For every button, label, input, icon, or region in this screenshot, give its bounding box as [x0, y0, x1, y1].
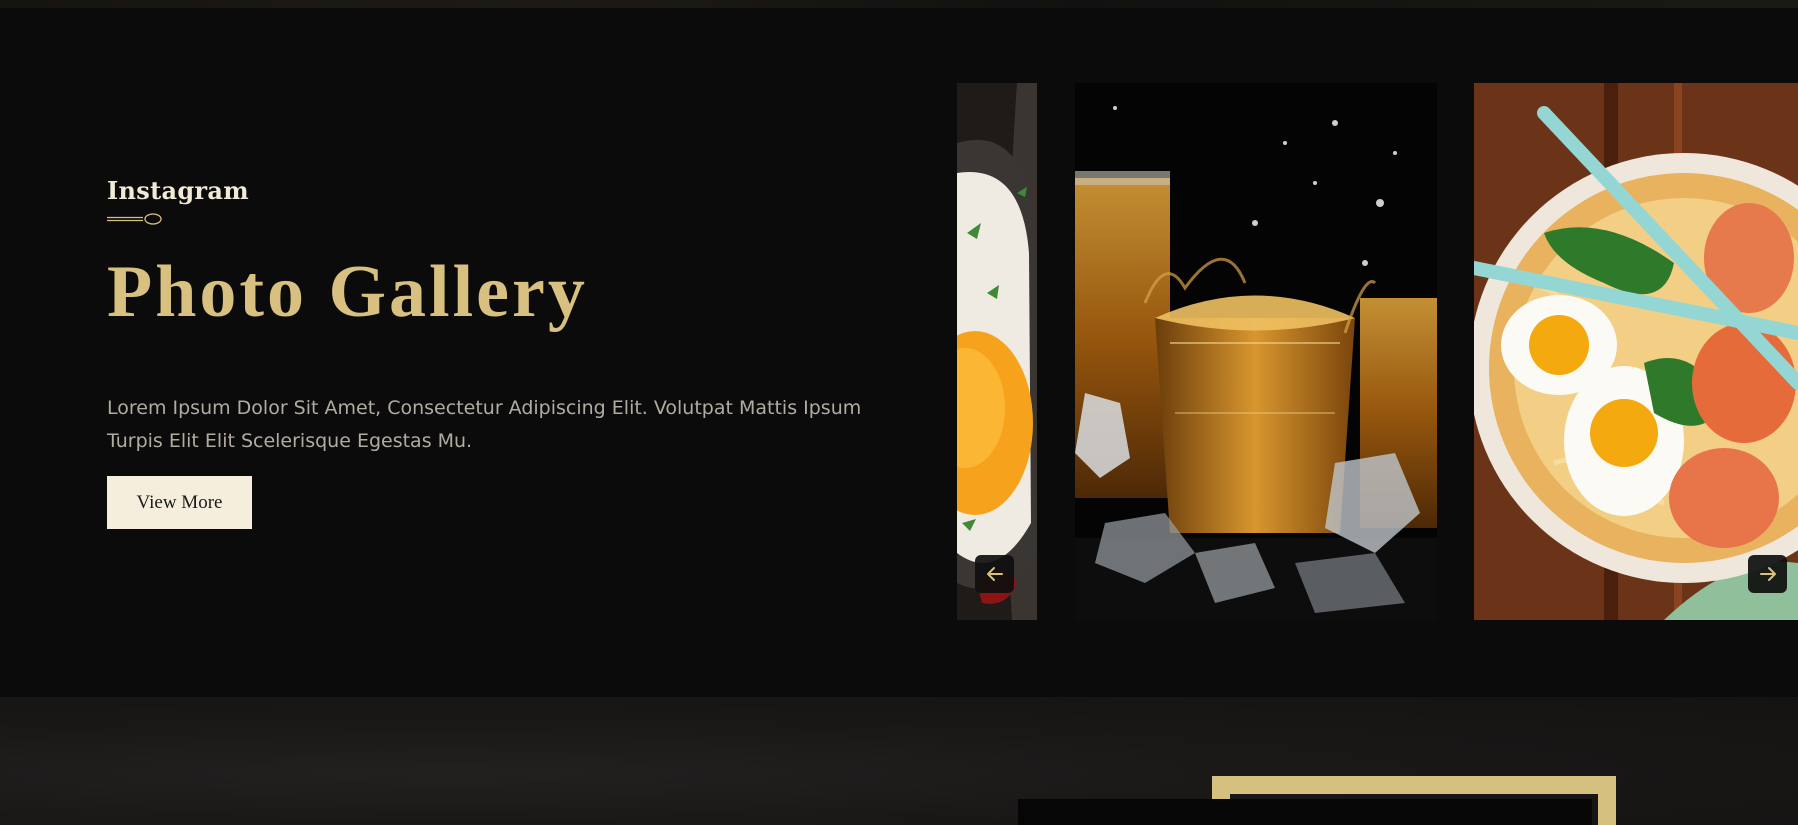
gallery-photo[interactable] [1474, 83, 1798, 620]
arrow-right-icon [1759, 567, 1776, 581]
page-title: Photo Gallery [107, 251, 588, 333]
next-section-image-block [1018, 799, 1592, 825]
carousel-prev-button[interactable] [975, 555, 1014, 593]
spoon-divider-icon [107, 213, 162, 225]
previous-section-edge [0, 0, 1798, 8]
section-eyebrow: Instagram [107, 176, 249, 205]
arrow-left-icon [986, 567, 1003, 581]
gallery-photo[interactable] [1075, 83, 1437, 620]
section-description: Lorem Ipsum Dolor Sit Amet, Consectetur … [107, 397, 862, 452]
view-more-button[interactable]: View More [107, 476, 252, 529]
gallery-photo[interactable] [957, 83, 1037, 620]
ramen-image [1474, 83, 1798, 620]
carousel-next-button[interactable] [1748, 555, 1787, 593]
egg-dish-image [957, 83, 1037, 620]
whiskey-image [1075, 83, 1437, 620]
